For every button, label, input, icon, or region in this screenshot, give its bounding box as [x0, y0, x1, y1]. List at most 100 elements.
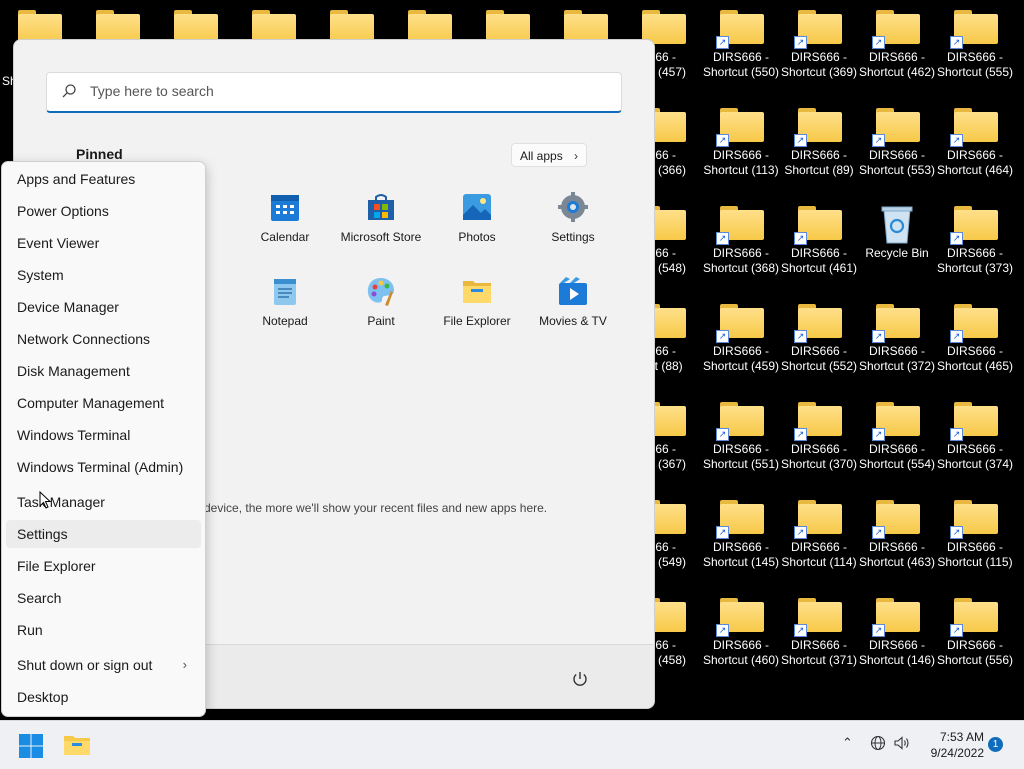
pinned-app-notepad[interactable]: Notepad — [237, 275, 333, 345]
desktop-shortcut[interactable]: ↗ DIRS666 - Shortcut (553) — [858, 96, 936, 194]
desktop-shortcut[interactable]: ↗ DIRS666 - Shortcut (554) — [858, 390, 936, 488]
context-menu-item-device-manager[interactable]: Device Manager — [6, 293, 201, 321]
chevron-up-icon[interactable]: ⌃ — [842, 735, 853, 751]
context-menu-item-label: Apps and Features — [17, 171, 136, 187]
search-box[interactable]: Type here to search — [46, 72, 622, 113]
all-apps-button[interactable]: All apps › — [511, 143, 587, 167]
desktop-shortcut[interactable]: ↗ DIRS666 - Shortcut (368) — [702, 194, 780, 292]
shortcut-arrow-icon: ↗ — [950, 428, 963, 441]
chevron-right-icon: › — [182, 657, 187, 672]
desktop-shortcut[interactable]: ↗ DIRS666 - Shortcut (551) — [702, 390, 780, 488]
desktop-shortcut[interactable]: ↗ DIRS666 - Shortcut (461) — [780, 194, 858, 292]
context-menu-item-computer-management[interactable]: Computer Management — [6, 389, 201, 417]
shortcut-arrow-icon: ↗ — [716, 330, 729, 343]
desktop-shortcut[interactable]: ↗ DIRS666 - Shortcut (370) — [780, 390, 858, 488]
clock-time: 7:53 AM — [939, 730, 984, 744]
desktop-shortcut[interactable]: ↗ DIRS666 - Shortcut (464) — [936, 96, 1014, 194]
start-button[interactable] — [18, 733, 44, 759]
globe-icon[interactable] — [870, 735, 886, 756]
desktop-shortcut[interactable]: ↗ DIRS666 - Shortcut (115) — [936, 488, 1014, 586]
desktop-shortcut[interactable]: ↗ DIRS666 - Shortcut (459) — [702, 292, 780, 390]
desktop-shortcut[interactable]: ↗ DIRS666 - Shortcut (145) — [702, 488, 780, 586]
store-icon — [365, 191, 397, 223]
shortcut-arrow-icon: ↗ — [950, 624, 963, 637]
desktop-shortcut[interactable]: DIRS666 - Shortcut (555) — [936, 0, 1014, 96]
context-menu-item-event-viewer[interactable]: Event Viewer — [6, 229, 201, 257]
pinned-app-paint[interactable]: Paint — [333, 275, 429, 345]
desktop-shortcut[interactable]: DIRS666 - Shortcut (369) — [780, 0, 858, 96]
context-menu-item-system[interactable]: System — [6, 261, 201, 289]
desktop-icon-label: DIRS666 - Shortcut (372) — [858, 344, 936, 373]
desktop-icon-label: DIRS666 - Shortcut (464) — [936, 148, 1014, 177]
desktop-shortcut[interactable]: ↗ DIRS666 - Shortcut (146) — [858, 586, 936, 684]
pinned-app-label: Settings — [551, 230, 595, 244]
pinned-app-label: Paint — [367, 314, 395, 328]
pinned-app-settings[interactable]: Settings — [525, 191, 621, 261]
context-menu-item-apps-and-features[interactable]: Apps and Features — [6, 165, 201, 193]
shortcut-arrow-icon: ↗ — [872, 330, 885, 343]
context-menu-item-label: Windows Terminal — [17, 427, 131, 443]
desktop-shortcut[interactable]: ↗ DIRS666 - Shortcut (463) — [858, 488, 936, 586]
context-menu-item-windows-terminal[interactable]: Windows Terminal — [6, 421, 201, 449]
desktop-shortcut[interactable]: ↗ DIRS666 - Shortcut (374) — [936, 390, 1014, 488]
context-menu-item-label: System — [17, 267, 64, 283]
pinned-app-file-explorer[interactable]: File Explorer — [429, 275, 525, 345]
context-menu-item-run[interactable]: Run — [6, 616, 201, 644]
desktop-icon-label: DIRS666 - Shortcut (550) — [702, 50, 780, 79]
desktop-icon-label: DIRS666 - Shortcut (555) — [936, 50, 1014, 79]
context-menu-item-network-connections[interactable]: Network Connections — [6, 325, 201, 353]
volume-icon[interactable] — [893, 735, 911, 756]
pinned-app-calendar[interactable]: Calendar — [237, 191, 333, 261]
desktop-shortcut[interactable]: ↗ DIRS666 - Shortcut (556) — [936, 586, 1014, 684]
recycle-bin[interactable]: Recycle Bin — [858, 194, 936, 292]
pinned-app-microsoft-store[interactable]: Microsoft Store — [333, 191, 429, 261]
context-menu-item-search[interactable]: Search — [6, 584, 201, 612]
desktop-shortcut[interactable]: DIRS666 - Shortcut (550) — [702, 0, 780, 96]
shortcut-arrow-icon: ↗ — [794, 526, 807, 539]
shortcut-arrow-icon: ↗ — [872, 526, 885, 539]
context-menu-item-label: Computer Management — [17, 395, 165, 411]
desktop-icon-label: DIRS666 - Shortcut (370) — [780, 442, 858, 471]
pinned-heading: Pinned — [76, 146, 123, 162]
context-menu-item-task-manager[interactable]: Task Manager — [6, 488, 201, 516]
context-menu-item-label: Desktop — [17, 689, 69, 705]
pinned-app-photos[interactable]: Photos — [429, 191, 525, 261]
context-menu-item-file-explorer[interactable]: File Explorer — [6, 552, 201, 580]
pinned-app-movies-tv[interactable]: Movies & TV — [525, 275, 621, 345]
context-menu-item-settings[interactable]: Settings — [6, 520, 201, 548]
desktop-shortcut[interactable]: ↗ DIRS666 - Shortcut (552) — [780, 292, 858, 390]
recommended-text: device, the more we'll show your recent … — [204, 501, 548, 515]
context-menu-item-label: Settings — [17, 526, 68, 542]
shortcut-arrow-icon: ↗ — [794, 624, 807, 637]
desktop-shortcut[interactable]: ↗ DIRS666 - Shortcut (460) — [702, 586, 780, 684]
context-menu-item-power-options[interactable]: Power Options — [6, 197, 201, 225]
desktop-shortcut[interactable]: ↗ DIRS666 - Shortcut (89) — [780, 96, 858, 194]
desktop-icon-label: DIRS666 - Shortcut (465) — [936, 344, 1014, 373]
desktop-shortcut[interactable]: ↗ DIRS666 - Shortcut (371) — [780, 586, 858, 684]
desktop-shortcut[interactable]: ↗ DIRS666 - Shortcut (373) — [936, 194, 1014, 292]
shortcut-arrow-icon: ↗ — [794, 232, 807, 245]
desktop-icon-label: DIRS666 - Shortcut (146) — [858, 638, 936, 667]
context-menu-item-windows-terminal-admin[interactable]: Windows Terminal (Admin) — [6, 453, 201, 481]
power-icon[interactable] — [571, 670, 589, 693]
paint-icon — [365, 275, 397, 307]
desktop-shortcut[interactable]: ↗ DIRS666 - Shortcut (372) — [858, 292, 936, 390]
settings-icon — [557, 191, 589, 223]
search-placeholder: Type here to search — [90, 83, 214, 99]
context-menu-item-label: Device Manager — [17, 299, 119, 315]
desktop-shortcut[interactable]: ↗ DIRS666 - Shortcut (465) — [936, 292, 1014, 390]
file-explorer-taskbar-button[interactable] — [63, 733, 91, 757]
context-menu-item-disk-management[interactable]: Disk Management — [6, 357, 201, 385]
notification-badge[interactable]: 1 — [988, 737, 1003, 752]
clock[interactable]: 7:53 AM 9/24/2022 — [918, 729, 984, 761]
context-menu-item-desktop[interactable]: Desktop — [6, 683, 201, 711]
desktop-icon-label: DIRS666 - Shortcut (114) — [781, 540, 857, 569]
shortcut-arrow-icon: ↗ — [794, 330, 807, 343]
all-apps-label: All apps — [520, 149, 563, 163]
desktop-shortcut[interactable]: ↗ DIRS666 - Shortcut (113) — [702, 96, 780, 194]
desktop-shortcut[interactable]: DIRS666 - Shortcut (462) — [858, 0, 936, 96]
pinned-app-label: Movies & TV — [539, 314, 607, 328]
desktop-shortcut[interactable]: ↗ DIRS666 - Shortcut (114) — [780, 488, 858, 586]
context-menu-item-shut-down-or-sign-out[interactable]: Shut down or sign out › — [6, 651, 201, 679]
context-menu-item-label: Shut down or sign out — [17, 657, 153, 673]
